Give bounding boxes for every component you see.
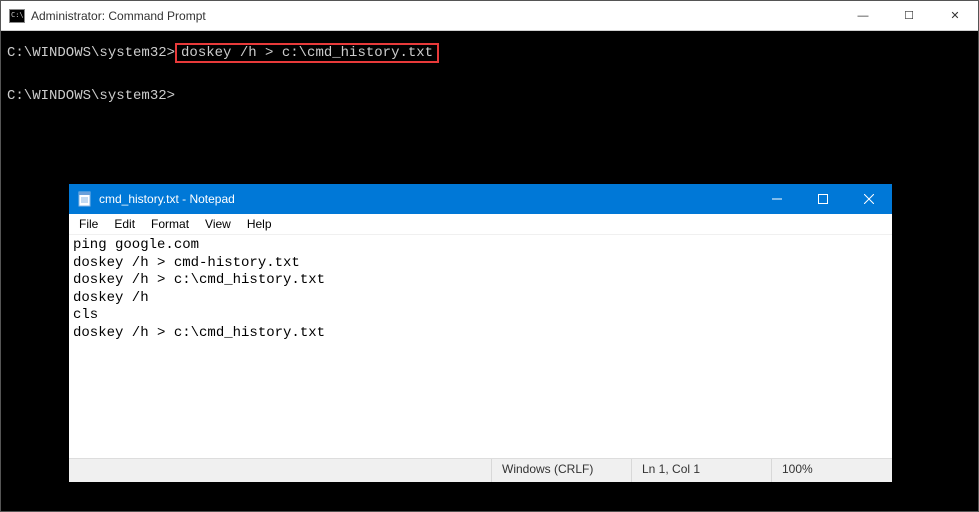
notepad-title: cmd_history.txt - Notepad [99,192,754,206]
cmd-icon [9,9,25,23]
notepad-window-controls [754,184,892,214]
text-line: doskey /h [73,290,888,308]
text-line: ping google.com [73,237,888,255]
close-button[interactable]: ✕ [932,1,978,30]
status-zoom: 100% [772,459,892,482]
status-encoding: Windows (CRLF) [492,459,632,482]
text-line: doskey /h > cmd-history.txt [73,255,888,273]
cmd-prompt: C:\WINDOWS\system32> [7,45,175,61]
cmd-titlebar[interactable]: Administrator: Command Prompt — ☐ ✕ [1,1,978,31]
close-button[interactable] [846,184,892,214]
cmd-blank-line [7,65,972,87]
cmd-highlighted-command: doskey /h > c:\cmd_history.txt [175,43,439,63]
cmd-title: Administrator: Command Prompt [31,9,840,23]
menu-edit[interactable]: Edit [106,215,143,233]
menu-help[interactable]: Help [239,215,280,233]
minimize-button[interactable] [754,184,800,214]
notepad-icon [77,191,93,207]
notepad-menubar: File Edit Format View Help [69,214,892,235]
minimize-button[interactable]: — [840,1,886,30]
status-cursor-position: Ln 1, Col 1 [632,459,772,482]
cmd-prompt: C:\WINDOWS\system32> [7,88,175,104]
menu-format[interactable]: Format [143,215,197,233]
cmd-line: C:\WINDOWS\system32> [7,86,972,108]
notepad-statusbar: Windows (CRLF) Ln 1, Col 1 100% [69,459,892,482]
maximize-button[interactable]: ☐ [886,1,932,30]
cmd-line: C:\WINDOWS\system32>doskey /h > c:\cmd_h… [7,43,972,65]
notepad-text-area[interactable]: ping google.comdoskey /h > cmd-history.t… [69,235,892,459]
status-spacer [69,459,492,482]
text-line: doskey /h > c:\cmd_history.txt [73,325,888,343]
notepad-titlebar[interactable]: cmd_history.txt - Notepad [69,184,892,214]
cmd-window-controls: — ☐ ✕ [840,1,978,30]
menu-view[interactable]: View [197,215,239,233]
maximize-button[interactable] [800,184,846,214]
text-line: doskey /h > c:\cmd_history.txt [73,272,888,290]
text-line: cls [73,307,888,325]
notepad-window: cmd_history.txt - Notepad File Edit Form… [69,184,892,482]
menu-file[interactable]: File [71,215,106,233]
